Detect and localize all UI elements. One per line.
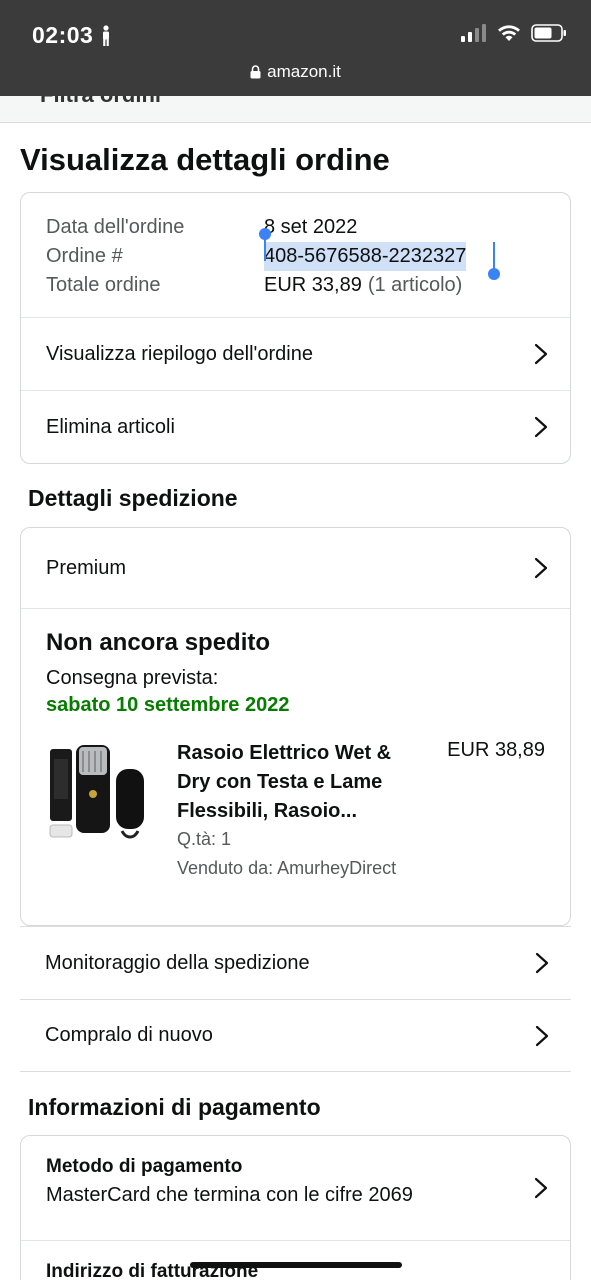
shipment-details: Non ancora spedito Consegna prevista: sa… xyxy=(21,608,570,925)
buy-again-link[interactable]: Compralo di nuovo xyxy=(20,999,571,1072)
selection-end-handle[interactable] xyxy=(488,268,500,280)
chevron-right-icon xyxy=(535,952,549,974)
shipment-status: Non ancora spedito xyxy=(46,629,271,656)
order-date-row: Data dell'ordine 8 set 2022 xyxy=(46,213,545,242)
order-summary-link[interactable]: Visualizza riepilogo dell'ordine xyxy=(21,317,570,390)
status-bar: 02:03 amazon.it xyxy=(0,0,591,96)
delivery-date: sabato 10 settembre 2022 xyxy=(46,694,290,716)
chevron-right-icon xyxy=(534,557,548,579)
clock: 02:03 xyxy=(32,22,113,49)
chevron-right-icon xyxy=(534,416,548,438)
billing-address-row[interactable]: Indirizzo di fatturazione xyxy=(21,1240,570,1280)
payment-method-label: Metodo di pagamento xyxy=(46,1156,243,1177)
previous-header-text: Filtra ordini xyxy=(40,96,161,108)
order-total-row: Totale ordine EUR 33,89 (1 articolo) xyxy=(46,271,545,300)
address-bar[interactable]: amazon.it xyxy=(0,62,591,82)
chevron-right-icon xyxy=(535,1025,549,1046)
order-summary-label: Visualizza riepilogo dell'ordine xyxy=(46,342,313,365)
delete-items-link[interactable]: Elimina articoli xyxy=(21,390,570,463)
product-title[interactable]: Rasoio Elettrico Wet & Dry con Testa e L… xyxy=(177,739,427,826)
page-title: Visualizza dettagli ordine xyxy=(20,142,390,177)
previous-header-strip: Filtra ordini xyxy=(0,96,591,123)
order-number-label: Ordine # xyxy=(46,245,123,267)
payment-method-link[interactable]: Metodo di pagamento MasterCard che termi… xyxy=(21,1136,570,1240)
order-total-label: Totale ordine xyxy=(46,274,161,296)
order-date-label: Data dell'ordine xyxy=(46,216,185,238)
payment-section-title: Informazioni di pagamento xyxy=(28,1094,321,1120)
buy-again-label: Compralo di nuovo xyxy=(45,1024,213,1046)
chevron-right-icon xyxy=(534,343,548,365)
product-image[interactable] xyxy=(46,739,156,849)
selection-start-bar xyxy=(264,233,266,261)
order-date-value: 8 set 2022 xyxy=(264,216,358,238)
product-price: EUR 38,89 xyxy=(447,739,545,761)
delivery-label: Consegna prevista: xyxy=(46,667,219,689)
product-seller: Venduto da: AmurheyDirect xyxy=(177,858,397,878)
order-info-card: Data dell'ordine 8 set 2022 Ordine # 408… xyxy=(20,192,571,464)
home-indicator[interactable] xyxy=(190,1262,402,1268)
signal-icon xyxy=(461,24,486,42)
wifi-icon xyxy=(498,25,520,41)
shipping-card: Premium Non ancora spedito Consegna prev… xyxy=(20,527,571,926)
clock-time: 02:03 xyxy=(32,22,94,48)
payment-method-value: MasterCard che termina con le cifre 2069 xyxy=(46,1184,413,1206)
shipping-method-label: Premium xyxy=(46,556,127,579)
shipment-tracking-link[interactable]: Monitoraggio della spedizione xyxy=(20,926,571,999)
person-icon xyxy=(103,24,110,46)
shipping-section-title: Dettagli spedizione xyxy=(28,485,238,511)
shipment-tracking-label: Monitoraggio della spedizione xyxy=(45,951,310,974)
product-quantity: Q.tà: 1 xyxy=(177,829,232,849)
product-item[interactable]: Rasoio Elettrico Wet & Dry con Testa e L… xyxy=(46,739,545,889)
chevron-right-icon xyxy=(534,1177,548,1199)
order-total-value: EUR 33,89 xyxy=(264,274,362,296)
order-info: Data dell'ordine 8 set 2022 Ordine # 408… xyxy=(21,193,570,317)
payment-card: Metodo di pagamento MasterCard che termi… xyxy=(20,1135,571,1280)
order-number-value[interactable]: 408-5676588-2232327 xyxy=(264,242,467,271)
order-number-row: Ordine # 408-5676588-2232327 xyxy=(46,242,545,271)
url-text: amazon.it xyxy=(267,62,341,81)
selection-end-bar xyxy=(493,242,495,270)
order-total-items: (1 articolo) xyxy=(367,274,463,296)
lock-icon xyxy=(250,65,261,79)
battery-icon xyxy=(531,24,566,42)
system-icons xyxy=(461,24,567,42)
shipping-method-link[interactable]: Premium xyxy=(21,528,570,608)
delete-items-label: Elimina articoli xyxy=(46,415,175,438)
